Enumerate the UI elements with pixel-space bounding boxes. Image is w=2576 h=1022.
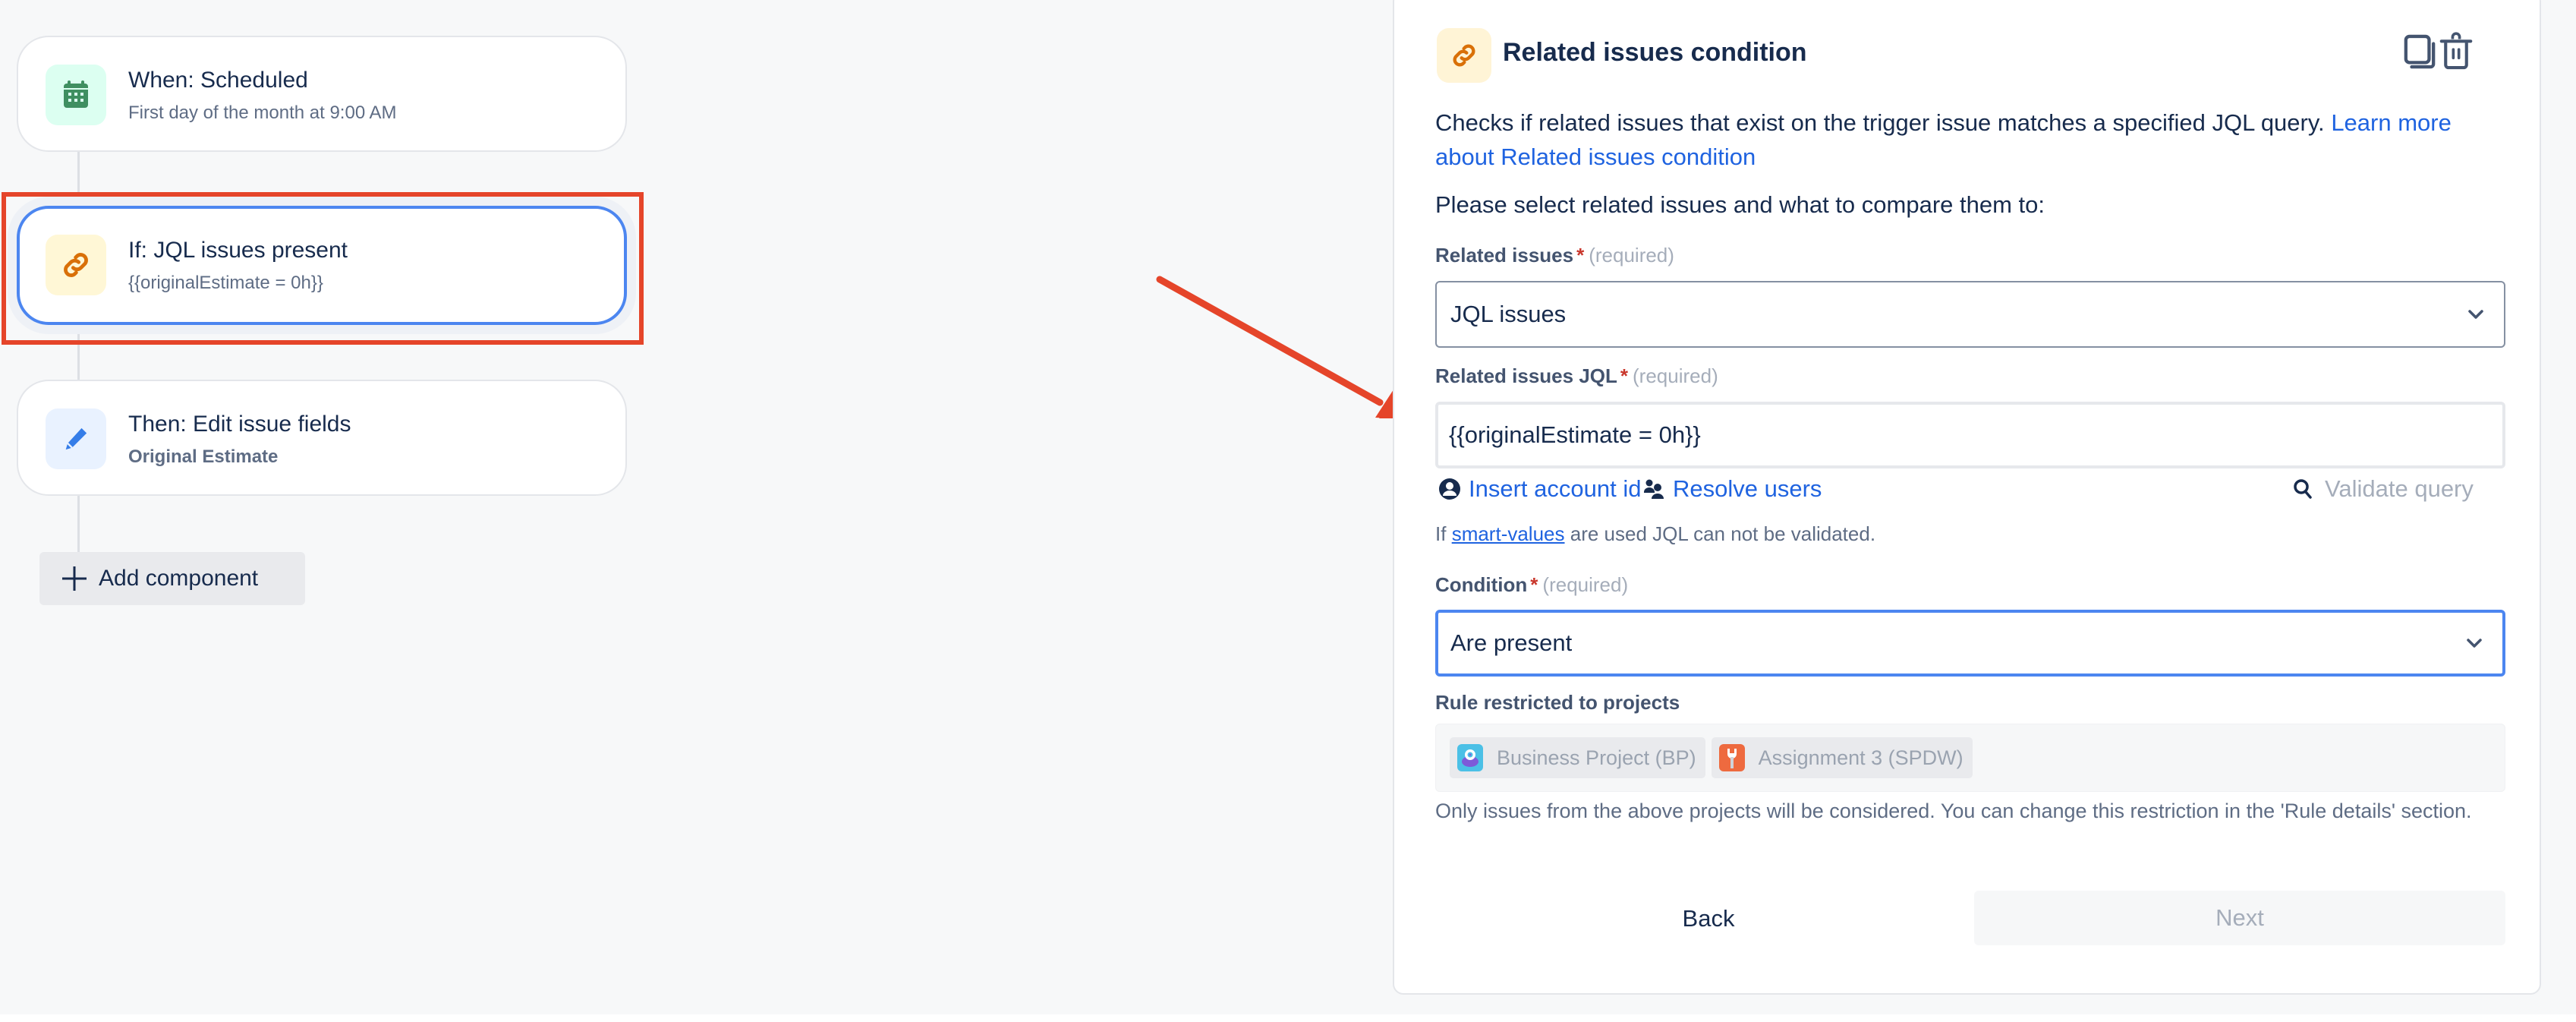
selection-prompt: Please select related issues and what to… [1435,191,2045,218]
insert-account-id-link[interactable]: Insert account id [1438,475,1641,503]
required-asterisk: * [1530,573,1538,596]
related-issues-label: Related issues * (required) [1435,244,1674,267]
jql-input-value: {{originalEstimate = 0h}} [1449,421,1701,448]
validate-query-button[interactable]: Validate query [2293,475,2474,503]
related-issues-jql-input[interactable]: {{originalEstimate = 0h}} [1435,402,2505,468]
node-title: Then: Edit issue fields [128,412,351,437]
node-subtitle: First day of the month at 9:00 AM [128,103,397,123]
pencil-icon [46,408,106,469]
chevron-down-icon [2467,639,2482,648]
calendar-icon [46,65,106,125]
add-component-button[interactable]: Add component [39,552,305,605]
node-title: When: Scheduled [128,68,308,93]
back-button[interactable]: Back [1542,891,1875,946]
project-chip: Business Project (BP) [1450,737,1705,778]
search-icon [2294,479,2312,499]
resolve-users-link[interactable]: Resolve users [1642,475,1822,503]
people-icon [1644,479,1664,499]
project-name: Business Project (BP) [1497,746,1696,769]
node-subtitle: Original Estimate [128,446,279,467]
next-button[interactable]: Next [1974,891,2505,945]
field-label-text: Related issues JQL [1435,364,1617,387]
required-text: (required) [1633,364,1718,387]
node-subtitle: {{originalEstimate = 0h}} [128,273,323,293]
projects-list: Business Project (BP) Assignment 3 (SPDW… [1435,724,2505,792]
rule-node-action[interactable]: Then: Edit issue fields Original Estimat… [17,380,627,496]
hint-prefix: If [1435,522,1447,545]
related-issues-jql-label: Related issues JQL * (required) [1435,364,1718,388]
user-avatar-icon [1439,478,1460,500]
link-icon [46,235,106,295]
related-issues-select[interactable]: JQL issues [1435,281,2505,348]
hint-suffix: are used JQL can not be validated. [1570,522,1876,545]
trash-icon [2439,32,2473,70]
copy-icon [2404,34,2436,69]
condition-select[interactable]: Are present [1435,610,2505,677]
link-icon [1437,28,1491,83]
component-config-panel: Related issues condition Checks if relat… [1393,0,2541,995]
field-label-text: Condition [1435,573,1528,596]
project-chip: Assignment 3 (SPDW) [1711,737,1973,778]
project-avatar-icon [1457,744,1483,771]
delete-button[interactable] [2439,30,2473,73]
description-text: Checks if related issues that exist on t… [1435,109,2325,136]
projects-footnote: Only issues from the above projects will… [1435,800,2472,822]
project-name: Assignment 3 (SPDW) [1758,746,1963,769]
connector-line [77,325,80,380]
connector-line [77,152,80,206]
rule-node-condition[interactable]: If: JQL issues present {{originalEstimat… [17,206,627,325]
panel-title: Related issues condition [1503,38,1807,67]
project-avatar-icon [1718,744,1745,771]
duplicate-button[interactable] [2403,30,2436,73]
condition-value: Are present [1450,629,1573,656]
field-label-text: Related issues [1435,244,1574,267]
chevron-down-icon [2468,310,2483,319]
add-component-label: Add component [99,566,259,591]
plus-icon [62,566,87,591]
required-asterisk: * [1576,244,1585,267]
rule-restricted-projects-label: Rule restricted to projects [1435,691,1680,714]
connector-line [77,495,80,552]
smart-values-link[interactable]: smart-values [1452,522,1565,545]
condition-label: Condition * (required) [1435,573,1628,597]
panel-description: Checks if related issues that exist on t… [1435,106,2513,174]
validate-query-label: Validate query [2325,475,2474,502]
required-text: (required) [1542,573,1629,596]
required-asterisk: * [1620,364,1629,387]
related-issues-value: JQL issues [1450,301,1567,327]
node-title: If: JQL issues present [128,238,348,263]
insert-account-id-label: Insert account id [1469,475,1642,502]
rule-node-trigger[interactable]: When: Scheduled First day of the month a… [17,36,627,152]
required-text: (required) [1589,244,1674,267]
smart-values-hint: If smart-values are used JQL can not be … [1435,522,1875,546]
resolve-users-label: Resolve users [1673,475,1822,502]
